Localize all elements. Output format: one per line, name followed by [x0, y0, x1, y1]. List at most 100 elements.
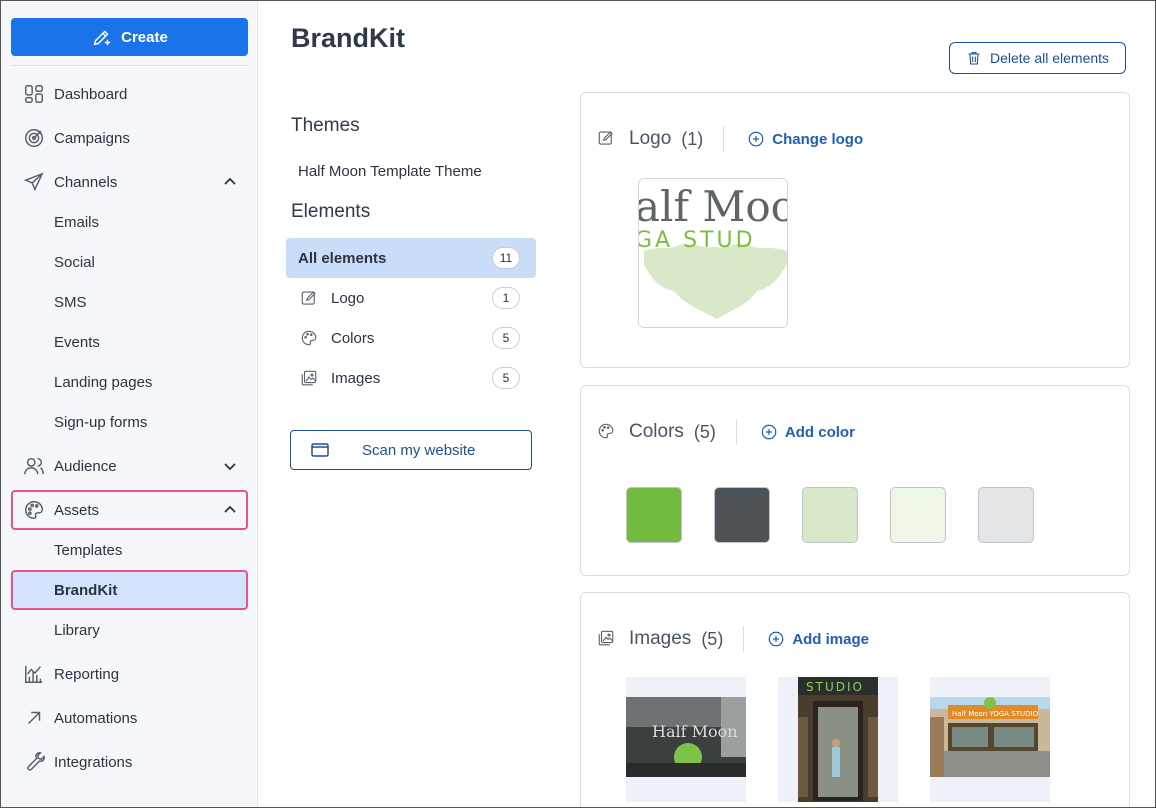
element-filter-all[interactable]: All elements 11	[286, 238, 536, 278]
chart-icon	[22, 662, 46, 686]
colors-card-header: Colors (5) Add color	[597, 417, 855, 447]
images-icon	[597, 629, 617, 649]
scan-website-button[interactable]: Scan my website	[290, 430, 532, 470]
count-badge: 1	[492, 287, 520, 309]
color-swatch[interactable]	[978, 487, 1034, 543]
sidebar-subitem-events[interactable]: Events	[11, 323, 248, 361]
palette-icon	[597, 422, 617, 442]
images-card: Images (5) Add image Half Moon STUDIO Ha…	[580, 592, 1130, 807]
sidebar-subitem-label: Landing pages	[54, 373, 153, 391]
logo-card-title: Logo	[629, 128, 672, 149]
sidebar-item-label: Dashboard	[54, 85, 128, 103]
sidebar-item-channels[interactable]: Channels	[11, 163, 248, 201]
colors-card: Colors (5) Add color	[580, 385, 1130, 576]
theme-item[interactable]: Half Moon Template Theme	[298, 163, 482, 180]
sidebar-item-campaigns[interactable]: Campaigns	[11, 119, 248, 157]
sidebar-subitem-label: SMS	[54, 293, 87, 311]
sidebar-subitem-signup-forms[interactable]: Sign-up forms	[11, 403, 248, 441]
sidebar-item-assets[interactable]: Assets	[11, 490, 248, 530]
palette-icon	[22, 498, 46, 522]
storefront-window-image: Half Moon	[626, 697, 746, 777]
image-thumbnail[interactable]: Half Moon	[626, 677, 746, 802]
studio-entrance-image: STUDIO	[798, 677, 878, 802]
change-logo-button[interactable]: Change logo	[747, 130, 863, 148]
sidebar-item-automations[interactable]: Automations	[11, 699, 248, 737]
arrow-icon	[22, 706, 46, 730]
target-icon	[22, 126, 46, 150]
element-filter-label: Logo	[331, 289, 365, 307]
sidebar-subitem-label: Sign-up forms	[54, 413, 148, 431]
sidebar-item-label: Reporting	[54, 665, 120, 683]
sidebar-subitem-label: Library	[54, 621, 100, 639]
element-filter-colors[interactable]: Colors 5	[286, 318, 536, 358]
users-icon	[22, 454, 46, 478]
sidebar-subitem-label: Events	[54, 333, 100, 351]
dashboard-icon	[22, 82, 46, 106]
color-swatch[interactable]	[714, 487, 770, 543]
logo-card-header: Logo (1) Change logo	[597, 124, 863, 154]
logo-card-count: (1)	[681, 128, 704, 149]
plus-circle-icon	[748, 131, 764, 147]
images-card-count: (5)	[701, 628, 724, 649]
browser-icon	[311, 443, 329, 457]
sidebar-item-label: Audience	[54, 457, 117, 475]
sidebar-item-label: Automations	[54, 709, 138, 727]
element-filter-label: Colors	[331, 329, 375, 347]
send-icon	[22, 170, 46, 194]
image-thumbnail[interactable]: STUDIO	[778, 677, 898, 802]
color-swatch[interactable]	[626, 487, 682, 543]
image-thumbnail[interactable]: Half Moon YOGA STUDIO	[930, 677, 1050, 802]
themes-heading: Themes	[291, 115, 360, 136]
sidebar-item-reporting[interactable]: Reporting	[11, 655, 248, 693]
sidebar-divider	[11, 65, 248, 66]
sidebar-subitem-emails[interactable]: Emails	[11, 203, 248, 241]
sidebar-item-label: Channels	[54, 173, 118, 191]
sidebar-item-integrations[interactable]: Integrations	[11, 743, 248, 781]
add-image-button[interactable]: Add image	[767, 630, 869, 648]
element-filter-label: Images	[331, 369, 381, 387]
chevron-up-icon[interactable]	[222, 174, 238, 190]
logo-thumbnail[interactable]: alf Moo GA STUD	[638, 178, 788, 328]
logo-text-line1: alf Moo	[639, 182, 788, 231]
add-color-button[interactable]: Add color	[760, 423, 855, 441]
image-text: Half Moon	[652, 722, 738, 741]
color-swatch[interactable]	[890, 487, 946, 543]
sidebar-item-label: Assets	[54, 501, 100, 519]
sidebar-subitem-templates[interactable]: Templates	[11, 531, 248, 569]
sidebar-subitem-library[interactable]: Library	[11, 611, 248, 649]
chevron-down-icon[interactable]	[222, 458, 238, 474]
sidebar-subitem-label: Emails	[54, 213, 100, 231]
logo-text-line2: GA STUD	[639, 228, 756, 253]
element-filter-logo[interactable]: Logo 1	[286, 278, 536, 318]
colors-card-count: (5)	[693, 421, 716, 442]
add-image-label: Add image	[792, 630, 869, 648]
sidebar-item-dashboard[interactable]: Dashboard	[11, 75, 248, 113]
color-swatch[interactable]	[802, 487, 858, 543]
app-window: Create Dashboard Campaigns Channels Emai…	[0, 0, 1156, 808]
element-filter-label: All elements	[298, 249, 387, 267]
create-button[interactable]: Create	[11, 18, 248, 56]
element-filter-images[interactable]: Images 5	[286, 358, 536, 398]
chevron-up-icon[interactable]	[222, 502, 238, 518]
sidebar: Create Dashboard Campaigns Channels Emai…	[1, 1, 258, 807]
wrench-icon	[22, 750, 46, 774]
count-badge: 5	[492, 327, 520, 349]
images-card-title: Images	[629, 628, 692, 649]
palette-icon	[299, 328, 319, 348]
sidebar-item-audience[interactable]: Audience	[11, 447, 248, 485]
image-text: STUDIO	[806, 680, 864, 694]
sidebar-subitem-label: BrandKit	[54, 581, 118, 599]
sidebar-subitem-brandkit[interactable]: BrandKit	[11, 570, 248, 610]
sidebar-subitem-landing-pages[interactable]: Landing pages	[11, 363, 248, 401]
sidebar-subitem-label: Social	[54, 253, 95, 271]
sidebar-subitem-sms[interactable]: SMS	[11, 283, 248, 321]
plus-circle-icon	[768, 631, 784, 647]
count-badge: 5	[492, 367, 520, 389]
add-color-label: Add color	[784, 423, 855, 441]
colors-card-title: Colors	[629, 421, 684, 442]
elements-heading: Elements	[291, 201, 371, 222]
logo-card: Logo (1) Change logo alf Moo GA STUD	[580, 92, 1130, 368]
sidebar-subitem-social[interactable]: Social	[11, 243, 248, 281]
header-separator	[735, 419, 737, 445]
delete-all-button[interactable]: Delete all elements	[949, 42, 1126, 74]
